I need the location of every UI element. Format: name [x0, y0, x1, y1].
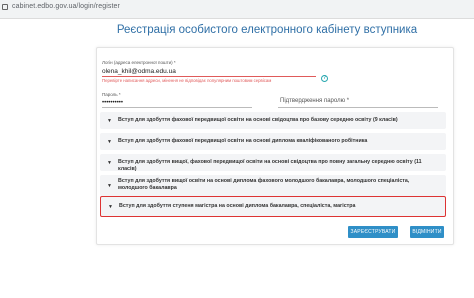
password-label: Пароль * — [102, 92, 121, 97]
url-text[interactable]: cabinet.edbo.gov.ua/login/register — [12, 3, 120, 10]
address-bar[interactable]: cabinet.edbo.gov.ua/login/register — [0, 0, 474, 19]
option-item-1[interactable]: ▼ Вступ для здобуття фахової передвищої … — [100, 112, 446, 129]
email-field[interactable] — [102, 66, 316, 77]
option-item-4[interactable]: ▼ Вступ для здобуття вищої освіти на осн… — [100, 175, 446, 196]
option-label: Вступ для здобуття фахової передвищої ос… — [118, 138, 368, 144]
chevron-down-icon: ▼ — [107, 138, 112, 145]
option-label: Вступ для здобуття ступеня магістра на о… — [119, 203, 356, 209]
option-item-5[interactable]: ▼ Вступ для здобуття ступеня магістра на… — [100, 196, 446, 217]
cancel-button[interactable]: ВІДМІНИТИ — [410, 226, 444, 238]
chevron-down-icon: ▼ — [108, 203, 113, 210]
chevron-down-icon: ▼ — [107, 182, 112, 189]
chevron-down-icon: ▼ — [107, 159, 112, 166]
option-item-3[interactable]: ▼ Вступ для здобуття вищої, фахової пере… — [100, 154, 446, 172]
option-item-2[interactable]: ▼ Вступ для здобуття фахової передвищої … — [100, 133, 446, 150]
lock-icon — [2, 4, 8, 10]
option-label: Вступ для здобуття вищої, фахової передв… — [118, 159, 422, 172]
confirm-password-placeholder: Підтвердження паролю * — [280, 98, 350, 104]
help-icon[interactable]: ? — [321, 75, 328, 82]
email-error-text: Перевірте написання адреси, мінення не в… — [102, 78, 272, 83]
option-label: Вступ для здобуття вищої освіти на основ… — [118, 178, 410, 191]
chevron-down-icon: ▼ — [107, 117, 112, 124]
option-label: Вступ для здобуття фахової передвищої ос… — [118, 117, 398, 123]
register-button[interactable]: ЗАРЕЄСТРУВАТИ — [348, 226, 398, 238]
email-label: Логін (адреса електронної пошти) * — [102, 60, 176, 65]
password-field[interactable] — [102, 98, 252, 108]
page-title: Реєстрація особистого електронного кабін… — [116, 24, 418, 36]
